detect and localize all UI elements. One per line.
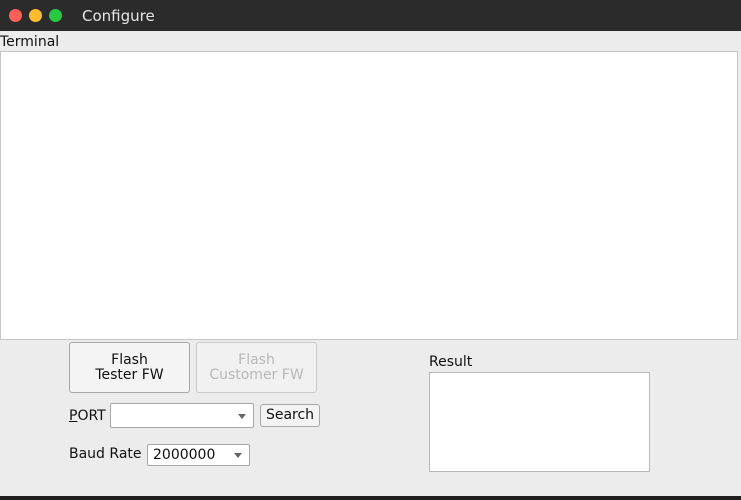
flash-customer-fw-label-line2: Customer FW xyxy=(209,366,304,383)
baud-rate-select[interactable]: 2000000 xyxy=(147,444,250,466)
maximize-window-button[interactable] xyxy=(49,9,62,22)
chevron-down-icon xyxy=(238,413,246,419)
minimize-window-button[interactable] xyxy=(29,9,42,22)
baud-rate-select-value: 2000000 xyxy=(153,447,216,463)
baud-rate-label: Baud Rate xyxy=(69,446,142,462)
window-title: Configure xyxy=(82,7,155,25)
port-label: PORT xyxy=(69,408,106,424)
close-window-button[interactable] xyxy=(9,9,22,22)
flash-tester-fw-button[interactable]: Flash Tester FW xyxy=(69,342,190,393)
chevron-down-icon xyxy=(234,453,242,458)
flash-customer-fw-label-line1: Flash xyxy=(238,351,275,368)
result-label: Result xyxy=(429,354,473,370)
terminal-output[interactable] xyxy=(0,51,738,340)
port-select[interactable] xyxy=(110,403,254,428)
terminal-label: Terminal xyxy=(0,34,60,50)
flash-tester-fw-label-line2: Tester FW xyxy=(95,366,164,383)
flash-customer-fw-button[interactable]: Flash Customer FW xyxy=(196,342,317,393)
search-button[interactable]: Search xyxy=(260,404,320,427)
window-bottom-edge xyxy=(0,496,741,500)
port-label-rest: ORT xyxy=(77,408,106,424)
result-output[interactable] xyxy=(429,372,650,472)
configure-window: Configure Terminal Flash Tester FW Flash… xyxy=(0,0,741,500)
flash-tester-fw-label-line1: Flash xyxy=(111,351,148,368)
title-bar: Configure xyxy=(0,0,741,31)
